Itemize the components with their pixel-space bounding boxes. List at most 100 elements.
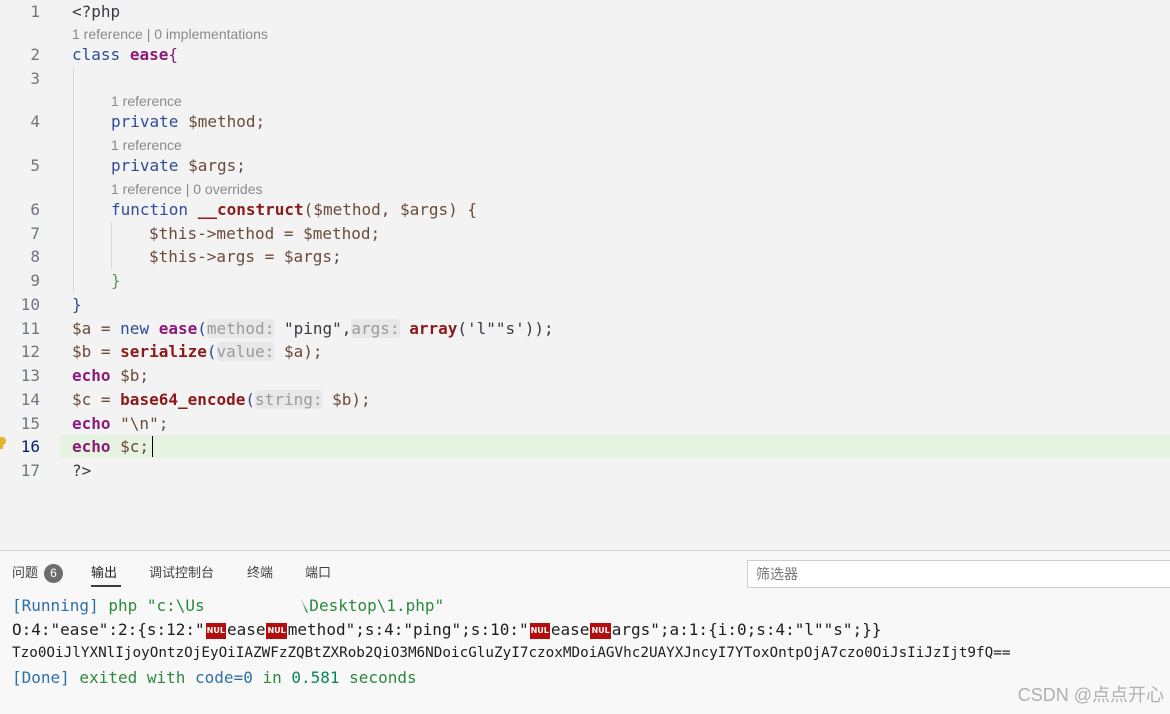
keyword: function: [111, 200, 189, 219]
code-line[interactable]: class ease{: [72, 43, 178, 66]
code-line[interactable]: $a = new ease(method: "ping",args: array…: [72, 317, 554, 340]
output-line-base64: Tzo0OiJlYXNlIjoyOntzOjEyOiIAZWFzZQBtZXRo…: [12, 645, 1011, 661]
line-number: 6: [30, 200, 40, 219]
tab-ports[interactable]: 端口: [305, 563, 331, 583]
line-number: 3: [30, 69, 40, 88]
property: $args;: [188, 156, 246, 175]
tab-terminal[interactable]: 终端: [247, 563, 273, 583]
serialized-text: args";a:1:{i:0;s:4:"l""s";}}: [611, 620, 882, 639]
php-close-tag: ?>: [72, 461, 92, 480]
codelens-references[interactable]: 1 reference | 0 overrides: [111, 180, 263, 198]
code-line[interactable]: $c = base64_encode(string: $b);: [72, 388, 371, 411]
elapsed-time: 0.581: [291, 668, 340, 687]
code-line[interactable]: private $method;: [111, 110, 265, 133]
done-text: in: [252, 668, 292, 687]
output-line-serialized: O:4:"ease":2:{s:12:" NUL ease NUL method";s:…: [12, 618, 881, 641]
php-open-tag: <?php: [72, 2, 121, 21]
tab-debug-console[interactable]: 调试控制台: [149, 563, 214, 583]
indent-guide: [73, 67, 74, 293]
line-number: 14: [20, 390, 40, 409]
done-text: seconds: [339, 668, 417, 687]
filter-input[interactable]: [747, 560, 1170, 588]
inlay-hint: value:: [216, 342, 275, 361]
line-number: 13: [20, 366, 40, 385]
statement: $this->args = $args;: [149, 247, 342, 266]
keyword: private: [111, 112, 179, 131]
code-line[interactable]: echo $b;: [72, 364, 149, 387]
line-number: 17: [20, 461, 40, 480]
brace: {: [168, 45, 178, 64]
code-line[interactable]: function __construct($method, $args) {: [111, 198, 477, 221]
text-cursor: [152, 436, 153, 457]
string: ('l""s'));: [457, 319, 554, 338]
code-line[interactable]: $b = serialize(value: $a);: [72, 340, 322, 363]
line-number: 7: [30, 224, 40, 243]
brace: }: [72, 295, 82, 314]
function-name: array: [399, 319, 458, 338]
line-number: 1: [30, 2, 40, 21]
property: $method;: [188, 112, 266, 131]
line-number: 9: [30, 271, 40, 290]
done-text: exited with: [69, 668, 196, 687]
code-line[interactable]: private $args;: [111, 154, 246, 177]
nul-char-badge: NUL: [590, 622, 611, 639]
line-number: 4: [30, 112, 40, 131]
assignment: $c =: [72, 390, 121, 409]
keyword: class: [72, 45, 121, 64]
class-name: ease: [129, 45, 169, 64]
inlay-hint: method:: [206, 319, 275, 338]
code-line[interactable]: echo "\n";: [72, 412, 168, 435]
problems-count-badge: 6: [44, 564, 63, 583]
code-line[interactable]: $this->method = $method;: [149, 222, 380, 245]
code-line[interactable]: }: [111, 269, 121, 292]
serialized-text: ease: [226, 620, 266, 639]
indent-guide: [111, 222, 112, 269]
code-line[interactable]: <?php: [72, 0, 120, 23]
line-number: 5: [30, 156, 40, 175]
paren: (: [197, 319, 207, 338]
redaction-blur: [225, 592, 305, 614]
args: $b);: [322, 390, 371, 409]
output-line-done: [Done] exited with code=0 in 0.581 secon…: [12, 666, 417, 689]
params: ($method, $args) {: [303, 200, 478, 219]
code-line[interactable]: echo $c;: [72, 435, 149, 458]
codelens-references[interactable]: 1 reference: [111, 136, 182, 154]
code-line[interactable]: $this->args = $args;: [149, 245, 342, 268]
assignment: $b =: [72, 342, 121, 361]
line-number: 12: [20, 342, 40, 361]
active-tab-indicator: [91, 585, 121, 587]
serialized-text: O:4:"ease":2:{s:12:": [12, 620, 205, 639]
keyword: echo: [72, 414, 111, 433]
keyword: private: [111, 156, 179, 175]
keyword: echo: [72, 437, 111, 456]
tab-output[interactable]: 输出: [91, 563, 117, 583]
watermark: CSDN @点点开心: [1017, 685, 1164, 705]
inlay-hint: string:: [255, 390, 323, 409]
code-line[interactable]: ?>: [72, 459, 91, 482]
running-command: php "c:\Us: [98, 596, 205, 615]
serialized-text: method";s:4:"ping";s:10:": [287, 620, 529, 639]
paren: (: [245, 390, 256, 409]
tab-problems[interactable]: 问题: [12, 563, 38, 583]
nul-char-badge: NUL: [266, 622, 287, 639]
paren: (: [206, 342, 217, 361]
codelens-references[interactable]: 1 reference | 0 implementations: [72, 25, 268, 43]
args: $c;: [110, 437, 150, 456]
function-name: base64_encode: [120, 390, 246, 409]
keyword: echo: [72, 366, 111, 385]
line-number: 10: [20, 295, 40, 314]
class-name: ease: [158, 319, 198, 338]
done-tag: [Done]: [12, 668, 70, 687]
running-path: \Desktop\1.php": [299, 596, 445, 615]
serialized-text: ease: [550, 620, 590, 639]
code-line[interactable]: }: [72, 293, 82, 316]
line-number: 2: [30, 45, 40, 64]
keyword: new: [120, 319, 150, 338]
assignment: $a =: [72, 319, 121, 338]
brace: }: [111, 271, 121, 290]
codelens-references[interactable]: 1 reference: [111, 92, 182, 110]
line-number: 11: [20, 319, 40, 338]
function-name: serialize: [120, 342, 207, 361]
code-editor[interactable]: 1 2 3 4 5 6 7 8 9 10 11 12 13 14 15 16 1…: [0, 0, 1170, 550]
args: $a);: [274, 342, 323, 361]
